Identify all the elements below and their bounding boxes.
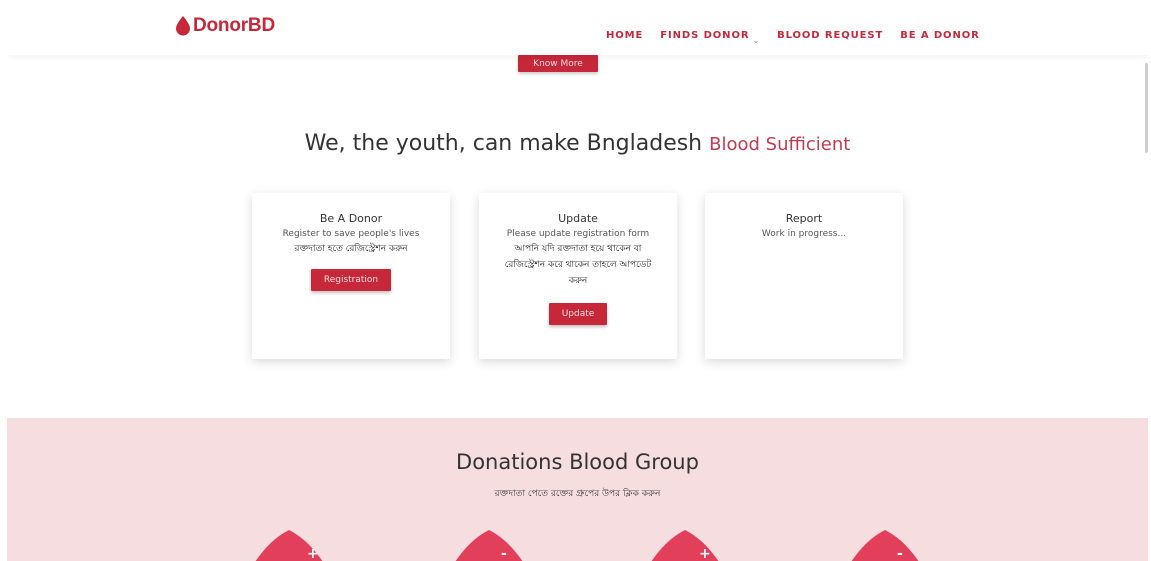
headline-accent: Blood Sufficient [709, 134, 851, 155]
nav-finds-donor[interactable]: FINDS DONOR ⌄ [660, 30, 760, 45]
drop-shape [651, 530, 719, 561]
blood-group-drop-1[interactable]: + [251, 528, 327, 561]
headline-main: We, the youth, can make Bngladesh [304, 131, 703, 156]
card-title: Update [558, 212, 598, 225]
brand-name: DonorBD [193, 15, 275, 36]
card-bengali-text: আপনি যদি রক্তদাতা হয়ে থাকেন বা রেজিস্ট্… [504, 244, 652, 286]
drop-sign: + [307, 546, 319, 561]
card-subtitle: Register to save people's lives [282, 229, 420, 239]
nav-blood-request[interactable]: BLOOD REQUEST [777, 30, 883, 41]
section-subtitle: রক্তদাতা পেতে রক্তের গ্রুপের উপর ক্লিক ক… [494, 489, 661, 499]
chevron-down-icon: ⌄ [752, 36, 761, 45]
blood-drop-icon [176, 16, 190, 36]
drop-sign: - [897, 546, 903, 561]
nav-finds-donor-label: FINDS DONOR [660, 30, 750, 41]
drop-sign: + [699, 546, 711, 561]
card-report: Report Work in progress... [705, 193, 903, 359]
section-title: Donations Blood Group [456, 450, 699, 474]
card-subtitle: Please update registration form [506, 229, 650, 239]
drop-shape [851, 530, 919, 561]
blood-group-drop-4[interactable]: - [847, 528, 923, 561]
blood-group-drop-2[interactable]: - [451, 528, 527, 561]
nav-be-a-donor[interactable]: BE A DONOR [900, 30, 980, 41]
update-button[interactable]: Update [548, 303, 608, 325]
nav-home-label: HOME [606, 30, 644, 41]
know-more-button[interactable]: Know More [518, 55, 598, 72]
card-be-a-donor: Be A Donor Register to save people's liv… [252, 193, 450, 359]
card-title: Be A Donor [319, 212, 383, 225]
registration-button[interactable]: Registration [310, 269, 392, 291]
page-scrollbar[interactable] [1145, 63, 1148, 153]
nav-blood-request-label: BLOOD REQUEST [777, 30, 884, 41]
brand-logo[interactable]: DonorBD [175, 14, 275, 38]
blood-group-drop-3[interactable]: + [647, 528, 723, 561]
drop-sign: - [501, 546, 507, 561]
card-bengali-text: রক্তদাতা হতে রেজিস্ট্রেশন করুন [294, 244, 408, 254]
nav-be-a-donor-label: BE A DONOR [900, 30, 980, 41]
drop-shape [455, 530, 523, 561]
navbar: DonorBD HOME FINDS DONOR ⌄ BLOOD REQUEST … [7, 7, 1148, 55]
card-subtitle: Work in progress... [761, 229, 847, 239]
page-headline: We, the youth, can make Bngladesh Blood … [7, 131, 1148, 156]
blood-group-section: Donations Blood Group রক্তদাতা পেতে রক্ত… [7, 418, 1148, 561]
page-frame: DonorBD HOME FINDS DONOR ⌄ BLOOD REQUEST … [7, 7, 1148, 561]
card-update: Update Please update registration form আ… [479, 193, 677, 359]
nav-home[interactable]: HOME [606, 30, 643, 41]
nav-menu: HOME FINDS DONOR ⌄ BLOOD REQUEST BE A DON… [606, 30, 997, 45]
card-title: Report [785, 212, 823, 225]
